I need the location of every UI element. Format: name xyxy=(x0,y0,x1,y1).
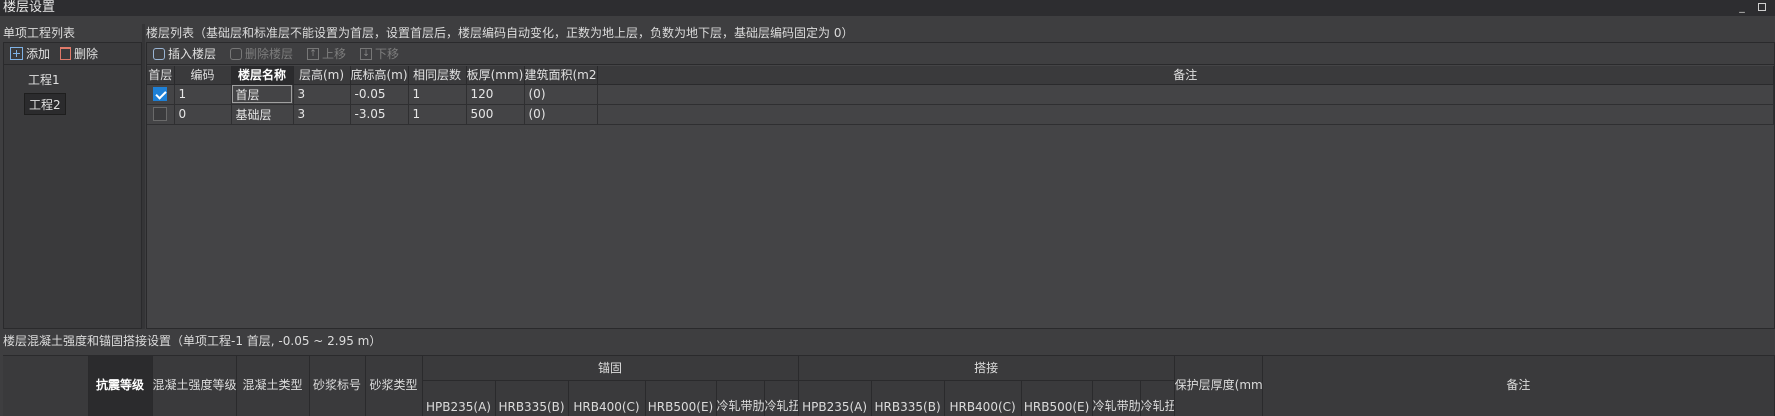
col-cover-thickness[interactable]: 保护层厚度(mm) xyxy=(1174,356,1263,416)
col-slab-thickness[interactable]: 板厚(mm) xyxy=(466,66,525,85)
col-bottom-elevation[interactable]: 底标高(m) xyxy=(350,66,409,85)
col-floor-height[interactable]: 层高(m) xyxy=(293,66,351,85)
arrow-up-icon: ↑ xyxy=(307,47,320,60)
col-anchor-hrb400[interactable]: HRB400(C) xyxy=(568,380,646,416)
floor-toolbar: 插入楼层 删除楼层 ↑ 上移 ↓ 下移 xyxy=(147,43,1774,65)
add-project-label: 添加 xyxy=(26,47,51,61)
col-note[interactable]: 备注 xyxy=(597,66,1774,85)
cell-code[interactable]: 0 xyxy=(174,104,232,125)
cell-note[interactable] xyxy=(597,84,1774,105)
cell-same-floors[interactable]: 1 xyxy=(408,104,467,125)
cell-slab-thickness[interactable]: 120 xyxy=(466,84,525,105)
insert-floor-label: 插入楼层 xyxy=(168,47,217,61)
project-toolbar: 添加 删除 xyxy=(4,43,141,65)
concrete-header-row-1: 抗震等级 混凝土强度等级 混凝土类型 砂浆标号 砂浆类型 锚固 搭接 保护层厚度… xyxy=(3,356,1775,416)
table-row[interactable]: 0 基础层 3 -3.05 1 500 (0) xyxy=(147,104,1774,125)
panel-splitter[interactable] xyxy=(142,24,145,329)
arrow-down-icon: ↓ xyxy=(360,47,373,60)
cell-floor-height[interactable]: 3 xyxy=(293,104,351,125)
remove-floor-label: 删除楼层 xyxy=(245,47,294,61)
cell-note[interactable] xyxy=(597,104,1774,125)
col-concrete-type[interactable]: 混凝土类型 xyxy=(236,356,310,416)
project-list-header: 单项工程列表 xyxy=(3,26,76,40)
maximize-button[interactable] xyxy=(1755,0,1769,16)
col-lap-hrb500[interactable]: HRB500(E) xyxy=(1021,380,1093,416)
col-lap-hrb335[interactable]: HRB335(B) xyxy=(871,380,945,416)
remove-floor-button[interactable]: 删除楼层 xyxy=(230,45,293,63)
col-floor-area[interactable]: 建筑面积(m2) xyxy=(524,66,598,85)
col-lap-hpb235[interactable]: HPB235(A) xyxy=(798,380,872,416)
col-same-floors[interactable]: 相同层数 xyxy=(408,66,467,85)
floor-table-header: 首层 编码 楼层名称 层高(m) 底标高(m) 相同层数 板厚(mm) 建筑面积… xyxy=(147,66,1774,85)
group-anchorage: 锚固 xyxy=(422,356,799,381)
col-floor-name[interactable]: 楼层名称 xyxy=(231,66,294,85)
concrete-table: 抗震等级 混凝土强度等级 混凝土类型 砂浆标号 砂浆类型 锚固 搭接 保护层厚度… xyxy=(3,356,1775,416)
col-bottom-note[interactable]: 备注 xyxy=(1262,356,1775,416)
concrete-settings-panel: 抗震等级 混凝土强度等级 混凝土类型 砂浆标号 砂浆类型 锚固 搭接 保护层厚度… xyxy=(3,355,1775,416)
add-project-button[interactable]: 添加 xyxy=(10,45,50,63)
cell-floor-name[interactable]: 基础层 xyxy=(231,104,294,125)
cell-floor-area[interactable]: (0) xyxy=(524,84,598,105)
floor-list-panel: 插入楼层 删除楼层 ↑ 上移 ↓ 下移 首层 编码 楼层名称 层高(m) 底标高… xyxy=(146,42,1775,329)
delete-project-button[interactable]: 删除 xyxy=(60,45,98,63)
col-code[interactable]: 编码 xyxy=(174,66,232,85)
minimize-icon: _ xyxy=(1739,0,1745,13)
first-floor-checkbox[interactable] xyxy=(153,107,168,122)
col-mortar-grade[interactable]: 砂浆标号 xyxy=(309,356,366,416)
maximize-icon xyxy=(1758,3,1766,11)
trash-icon xyxy=(60,47,72,60)
cell-same-floors[interactable]: 1 xyxy=(408,84,467,105)
col-anchor-cold-twisted[interactable]: 冷轧扭 xyxy=(764,380,799,416)
project-item-2[interactable]: 工程2 xyxy=(24,93,66,115)
insert-floor-button[interactable]: 插入楼层 xyxy=(153,45,216,63)
col-seismic-grade[interactable]: 抗震等级 xyxy=(88,356,153,416)
col-mortar-type[interactable]: 砂浆类型 xyxy=(365,356,423,416)
cell-slab-thickness[interactable]: 500 xyxy=(466,104,525,125)
move-down-label: 下移 xyxy=(375,47,400,61)
col-lap-hrb400[interactable]: HRB400(C) xyxy=(944,380,1022,416)
project-item-1[interactable]: 工程1 xyxy=(24,69,64,91)
first-floor-checkbox[interactable] xyxy=(153,87,168,102)
floor-table: 首层 编码 楼层名称 层高(m) 底标高(m) 相同层数 板厚(mm) 建筑面积… xyxy=(147,66,1774,125)
remove-floor-icon xyxy=(230,47,243,60)
cell-bottom-elevation[interactable]: -0.05 xyxy=(350,84,409,105)
col-lap-cold-twisted[interactable]: 冷轧扭 xyxy=(1140,380,1175,416)
cell-floor-area[interactable]: (0) xyxy=(524,104,598,125)
col-first-floor[interactable]: 首层 xyxy=(147,66,175,85)
col-anchor-hpb235[interactable]: HPB235(A) xyxy=(422,380,496,416)
floor-list-header: 楼层列表（基础层和标准层不能设置为首层，设置首层后，楼层编码自动变化，正数为地上… xyxy=(146,26,854,40)
table-row[interactable]: 1 首层 3 -0.05 1 120 (0) xyxy=(147,84,1774,105)
move-down-button[interactable]: ↓ 下移 xyxy=(360,45,399,63)
col-lap-cold-ribbed[interactable]: 冷轧带肋 xyxy=(1092,380,1141,416)
col-anchor-hrb500[interactable]: HRB500(E) xyxy=(645,380,717,416)
project-list: 工程1 工程2 xyxy=(4,65,141,117)
move-up-button[interactable]: ↑ 上移 xyxy=(307,45,346,63)
col-concrete-strength[interactable]: 混凝土强度等级 xyxy=(152,356,237,416)
delete-project-label: 删除 xyxy=(74,47,99,61)
concrete-settings-header: 楼层混凝土强度和锚固搭接设置（单项工程-1 首层, -0.05 ~ 2.95 m… xyxy=(3,334,382,348)
window-titlebar: 楼层设置 xyxy=(0,0,1775,16)
window-title: 楼层设置 xyxy=(3,0,56,15)
col-anchor-cold-ribbed[interactable]: 冷轧带肋 xyxy=(716,380,765,416)
group-lap: 搭接 xyxy=(798,356,1175,381)
cell-code[interactable]: 1 xyxy=(174,84,232,105)
project-list-panel: 添加 删除 工程1 工程2 xyxy=(3,42,142,329)
cell-floor-name[interactable]: 首层 xyxy=(231,84,294,105)
cell-bottom-elevation[interactable]: -3.05 xyxy=(350,104,409,125)
cell-floor-height[interactable]: 3 xyxy=(293,84,351,105)
move-up-label: 上移 xyxy=(322,47,347,61)
row-header-corner xyxy=(3,356,89,416)
insert-floor-icon xyxy=(153,47,165,60)
add-icon xyxy=(10,47,23,60)
minimize-button[interactable]: _ xyxy=(1735,0,1749,16)
col-anchor-hrb335[interactable]: HRB335(B) xyxy=(495,380,569,416)
